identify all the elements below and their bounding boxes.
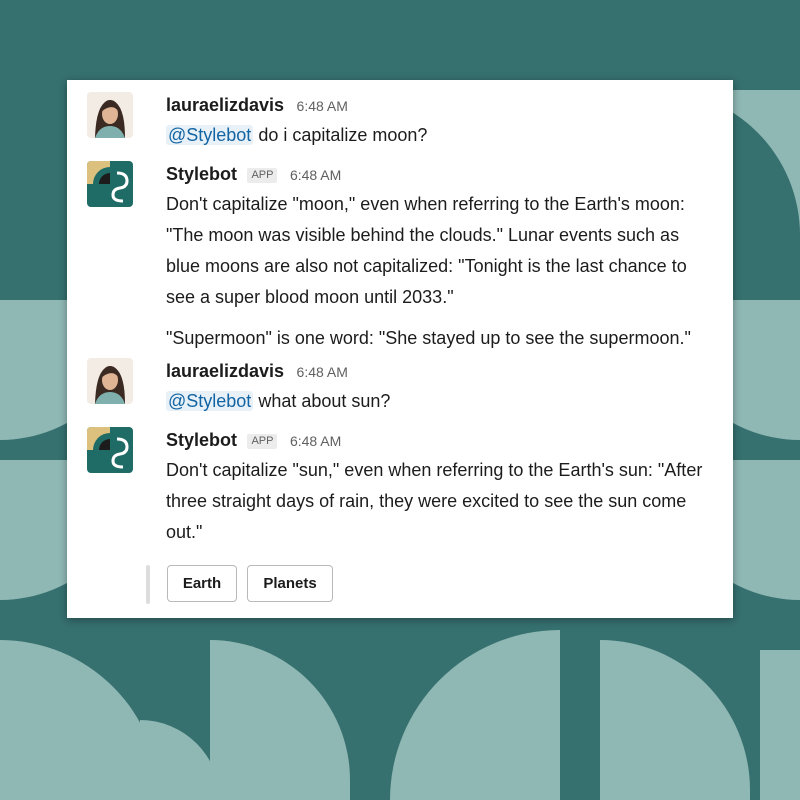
message-text: Don't capitalize "moon," even when refer… xyxy=(166,194,687,307)
sender-name[interactable]: lauraelizdavis xyxy=(166,95,284,115)
app-badge: APP xyxy=(247,434,278,449)
chat-card: lauraelizdavis 6:48 AM @Stylebot do i ca… xyxy=(67,80,733,618)
message-text: "Supermoon" is one word: "She stayed up … xyxy=(166,328,691,348)
message-text: Don't capitalize "sun," even when referr… xyxy=(166,460,703,542)
timestamp[interactable]: 6:48 AM xyxy=(290,167,341,183)
stylebot-logo[interactable] xyxy=(87,427,133,473)
planets-button[interactable]: Planets xyxy=(247,565,333,602)
timestamp[interactable]: 6:48 AM xyxy=(297,98,348,114)
attachment-bar xyxy=(146,565,150,604)
user-avatar[interactable] xyxy=(87,358,133,404)
mention-tag[interactable]: @Stylebot xyxy=(166,125,254,145)
sender-name[interactable]: lauraelizdavis xyxy=(166,361,284,381)
app-badge: APP xyxy=(247,168,278,183)
timestamp[interactable]: 6:48 AM xyxy=(290,433,341,449)
timestamp[interactable]: 6:48 AM xyxy=(297,364,348,380)
earth-button[interactable]: Earth xyxy=(167,565,237,602)
stylebot-logo[interactable] xyxy=(87,161,133,207)
message-text: @Stylebot what about sun? xyxy=(166,391,391,411)
user-avatar[interactable] xyxy=(87,92,133,138)
message-text: @Stylebot do i capitalize moon? xyxy=(166,125,428,145)
mention-tag[interactable]: @Stylebot xyxy=(166,391,254,411)
sender-name[interactable]: Stylebot xyxy=(166,164,237,184)
sender-name[interactable]: Stylebot xyxy=(166,430,237,450)
